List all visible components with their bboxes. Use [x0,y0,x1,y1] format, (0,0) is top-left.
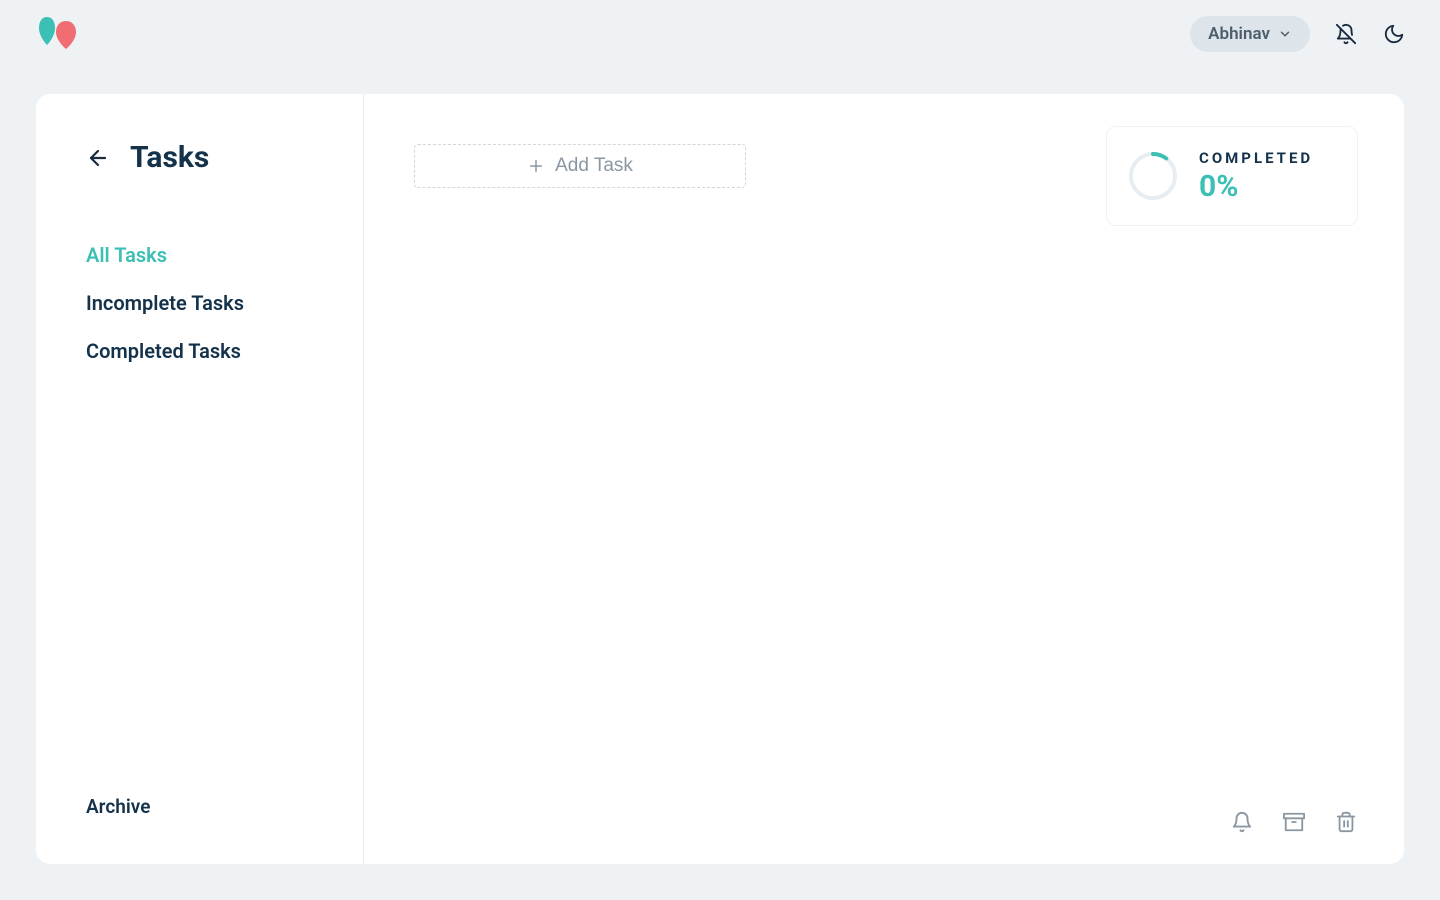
delete-button[interactable] [1334,810,1358,834]
bell-icon [1231,811,1253,833]
dark-mode-toggle[interactable] [1382,22,1406,46]
user-menu[interactable]: Abhinav [1190,16,1310,52]
progress-ring [1127,150,1179,202]
completed-widget: COMPLETED 0% [1106,126,1358,226]
reminder-button[interactable] [1230,810,1254,834]
trash-icon [1335,811,1357,833]
nav-item-incomplete-tasks[interactable]: Incomplete Tasks [86,291,333,315]
sidebar-header: Tasks [86,140,333,175]
completed-value: 0% [1199,169,1313,204]
top-bar: Abhinav [0,0,1440,68]
moon-icon [1383,23,1405,45]
action-icons [1230,810,1358,834]
archive-link[interactable]: Archive [86,795,150,818]
main-area: Add Task COMPLETED 0% [364,94,1404,864]
archive-icon [1283,811,1305,833]
logo-icon [36,15,82,53]
plus-icon [527,157,545,175]
arrow-left-icon [86,146,110,170]
main-card: Tasks All Tasks Incomplete Tasks Complet… [36,94,1404,864]
app-logo[interactable] [36,15,82,53]
add-task-button[interactable]: Add Task [414,144,746,188]
completed-text: COMPLETED 0% [1199,149,1313,204]
nav-item-all-tasks[interactable]: All Tasks [86,243,333,267]
notifications-off-button[interactable] [1334,22,1358,46]
nav-list: All Tasks Incomplete Tasks Completed Tas… [86,243,333,363]
user-name-label: Abhinav [1208,24,1270,44]
completed-label: COMPLETED [1199,149,1313,167]
add-task-label: Add Task [555,155,633,177]
back-button[interactable] [86,146,110,170]
sidebar: Tasks All Tasks Incomplete Tasks Complet… [36,94,364,864]
nav-item-completed-tasks[interactable]: Completed Tasks [86,339,333,363]
topbar-right: Abhinav [1190,16,1406,52]
page-title: Tasks [130,140,209,175]
archive-button[interactable] [1282,810,1306,834]
chevron-down-icon [1278,27,1292,41]
bell-off-icon [1335,23,1357,45]
